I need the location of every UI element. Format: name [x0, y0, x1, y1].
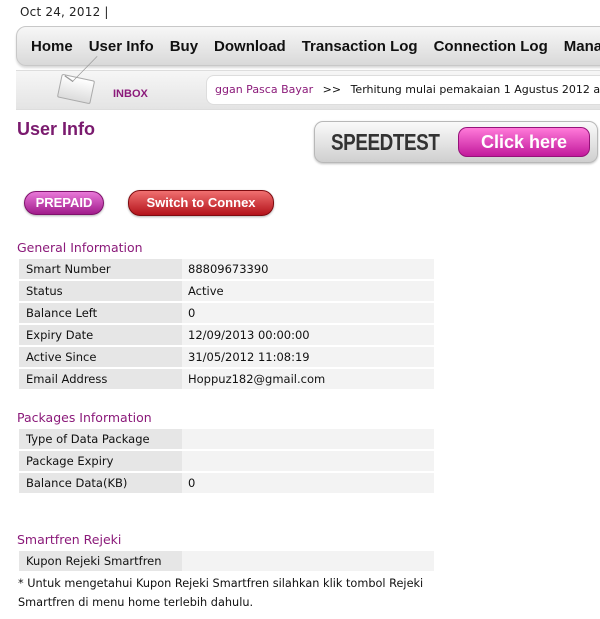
date-text: Oct 24, 2012 |	[20, 5, 109, 19]
envelope-icon[interactable]	[56, 73, 96, 105]
table-row: Status Active	[17, 281, 434, 301]
row-label: Smart Number	[17, 259, 182, 279]
inbox-bar: INBOX ggan Pasca Bayar >> Terhitung mula…	[16, 70, 600, 110]
row-label: Email Address	[17, 369, 182, 389]
nav-transaction-log[interactable]: Transaction Log	[294, 38, 426, 55]
speedtest-banner[interactable]: SPEEDTEST Click here	[314, 121, 598, 163]
smartfren-rejeki-title: Smartfren Rejeki	[17, 532, 122, 547]
row-value: Active	[182, 281, 434, 301]
row-value	[182, 451, 434, 471]
general-information-table: Smart Number 88809673390 Status Active B…	[17, 257, 434, 391]
table-row: Email Address Hoppuz182@gmail.com	[17, 369, 434, 389]
row-value: 31/05/2012 11:08:19	[182, 347, 434, 367]
ticker-text-1: ggan Pasca Bayar	[215, 83, 314, 96]
nav-download[interactable]: Download	[206, 38, 294, 55]
row-label: Active Since	[17, 347, 182, 367]
packages-information-title: Packages Information	[17, 410, 152, 425]
table-row: Smart Number 88809673390	[17, 259, 434, 279]
row-label: Expiry Date	[17, 325, 182, 345]
table-row: Active Since 31/05/2012 11:08:19	[17, 347, 434, 367]
general-information-title: General Information	[17, 240, 143, 255]
inbox-link[interactable]: INBOX	[113, 88, 148, 100]
rejeki-note: * Untuk mengetahui Kupon Rejeki Smartfre…	[18, 574, 438, 612]
speedtest-click-here-button[interactable]: Click here	[458, 127, 590, 157]
nav-connection-log[interactable]: Connection Log	[426, 38, 556, 55]
nav-buy[interactable]: Buy	[162, 38, 206, 55]
news-ticker: ggan Pasca Bayar >> Terhitung mulai pema…	[206, 75, 600, 105]
row-value: 88809673390	[182, 259, 434, 279]
row-value	[182, 429, 434, 449]
note-line-2: Smartfren di menu home terlebih dahulu.	[18, 596, 254, 609]
row-value: 0	[182, 303, 434, 323]
row-value	[182, 551, 434, 571]
nav-manage[interactable]: Manage	[556, 38, 600, 55]
row-value: 12/09/2013 00:00:00	[182, 325, 434, 345]
row-label: Type of Data Package	[17, 429, 182, 449]
main-nav: Home User Info Buy Download Transaction …	[16, 26, 600, 66]
table-row: Expiry Date 12/09/2013 00:00:00	[17, 325, 434, 345]
row-label: Kupon Rejeki Smartfren	[17, 551, 182, 571]
smartfren-rejeki-table: Kupon Rejeki Smartfren	[17, 549, 434, 573]
table-row: Type of Data Package	[17, 429, 434, 449]
table-row: Balance Left 0	[17, 303, 434, 323]
row-value: Hoppuz182@gmail.com	[182, 369, 434, 389]
nav-home[interactable]: Home	[23, 38, 81, 55]
switch-to-connex-evo-button[interactable]: Switch to Connex EVO!	[128, 190, 274, 234]
row-label: Balance Data(KB)	[17, 473, 182, 493]
table-row: Package Expiry	[17, 451, 434, 471]
row-label: Package Expiry	[17, 451, 182, 471]
row-value: 0	[182, 473, 434, 493]
table-row: Kupon Rejeki Smartfren	[17, 551, 434, 571]
page-title: User Info	[17, 119, 96, 139]
nav-user-info[interactable]: User Info	[81, 38, 162, 55]
row-label: Balance Left	[17, 303, 182, 323]
note-line-1: * Untuk mengetahui Kupon Rejeki Smartfre…	[18, 577, 424, 590]
ticker-separator: >>	[322, 83, 342, 96]
ticker-text-2: Terhitung mulai pemakaian 1 Agustus 2012…	[350, 83, 600, 96]
prepaid-button[interactable]: PREPAID	[24, 191, 104, 215]
speedtest-label: SPEEDTEST	[331, 129, 440, 155]
packages-information-table: Type of Data Package Package Expiry Bala…	[17, 427, 434, 495]
row-label: Status	[17, 281, 182, 301]
table-row: Balance Data(KB) 0	[17, 473, 434, 493]
